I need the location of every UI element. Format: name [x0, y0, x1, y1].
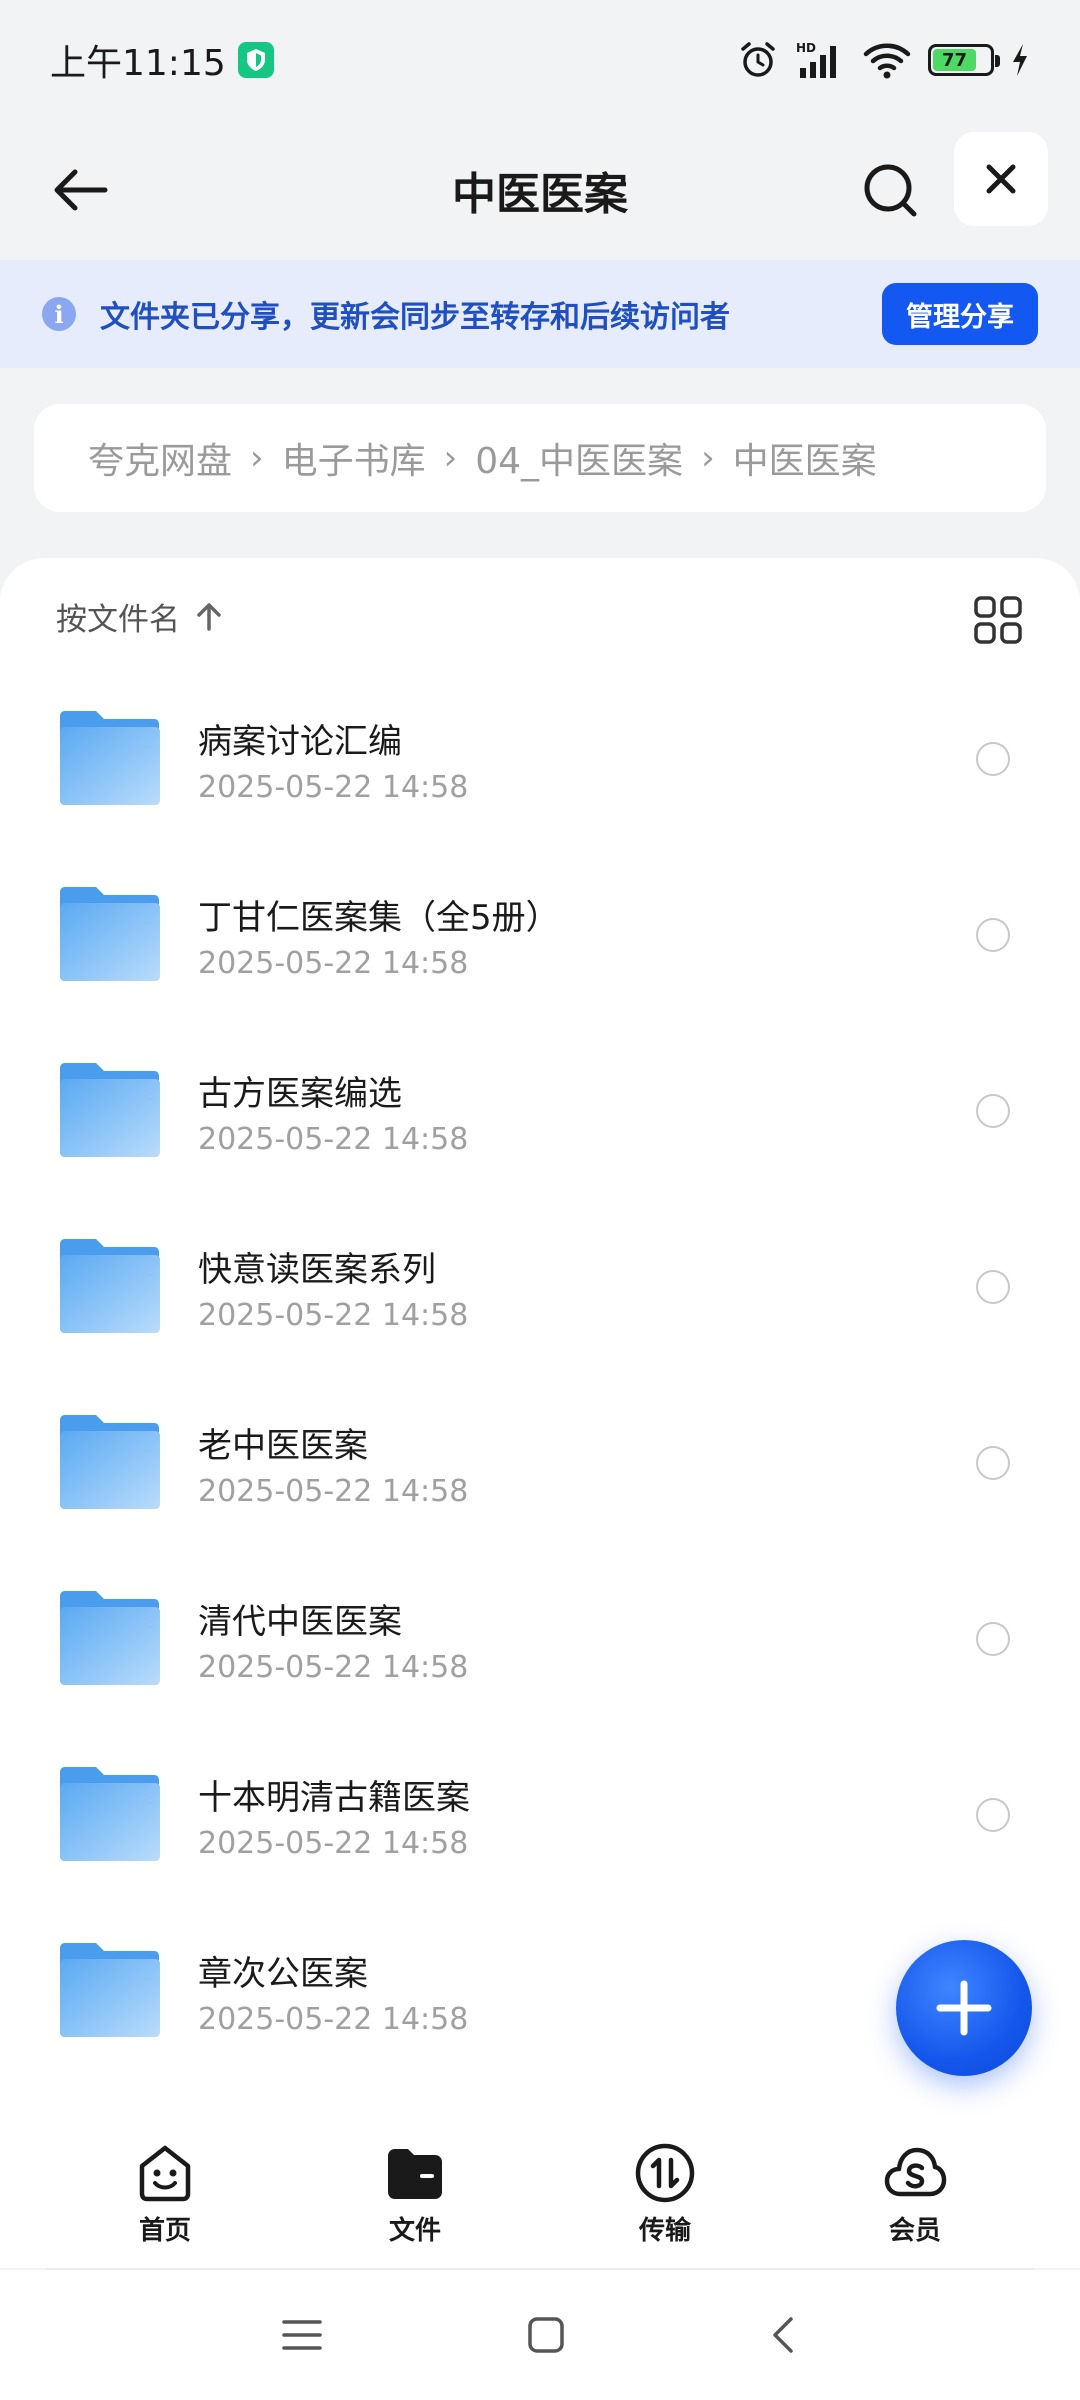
sort-label: 按文件名 — [56, 602, 180, 638]
breadcrumb-item-ebooks[interactable]: 电子书库 — [282, 432, 426, 484]
breadcrumb: 夸克网盘 › 电子书库 › 04_中医医案 › 中医医案 — [34, 404, 1046, 512]
system-nav-bar — [0, 2270, 1080, 2400]
file-row[interactable]: 快意读医案系列 2025-05-22 14:58 — [0, 1198, 1080, 1374]
battery-icon: 77 — [928, 44, 1000, 76]
grid-view-icon — [974, 596, 1022, 644]
select-checkbox[interactable] — [976, 742, 1010, 776]
sort-control[interactable]: 按文件名 — [56, 594, 224, 639]
alarm-icon — [741, 42, 775, 77]
tab-label: 会员 — [888, 2216, 941, 2246]
select-checkbox[interactable] — [976, 1270, 1010, 1304]
status-time: 上午11:15 — [50, 43, 226, 84]
file-name: 老中医医案 — [198, 1426, 368, 1466]
file-modified-time: 2025-05-22 14:58 — [198, 1298, 469, 1333]
file-name: 十本明清古籍医案 — [198, 1778, 470, 1818]
tab-transfer[interactable]: 传输 — [565, 2140, 765, 2247]
home-face-icon — [139, 2145, 191, 2202]
file-list-panel: 按文件名 病案讨论汇编 2025-05-22 14:58 丁甘仁医案集（全5册） 20… — [0, 558, 1080, 2118]
file-modified-time: 2025-05-22 14:58 — [198, 1122, 469, 1157]
manage-share-button[interactable]: 管理分享 — [882, 283, 1038, 345]
select-checkbox[interactable] — [976, 1622, 1010, 1656]
share-banner: i 文件夹已分享，更新会同步至转存和后续访问者 管理分享 — [0, 260, 1080, 368]
chevron-right-icon: › — [701, 438, 715, 478]
folder-icon — [60, 711, 160, 805]
file-row[interactable]: 丁甘仁医案集（全5册） 2025-05-22 14:58 — [0, 846, 1080, 1022]
tab-label: 传输 — [638, 2216, 691, 2246]
file-name: 章次公医案 — [198, 1954, 368, 1994]
info-icon: i — [42, 297, 76, 331]
folder-icon — [60, 1943, 160, 2037]
transfer-icon — [635, 2143, 695, 2203]
breadcrumb-item-category[interactable]: 04_中医医案 — [475, 432, 683, 484]
status-bar: 上午11:15 HD 77 — [0, 0, 1080, 120]
file-row[interactable]: 十本明清古籍医案 2025-05-22 14:58 — [0, 1726, 1080, 1902]
plus-icon — [936, 1980, 992, 2036]
select-checkbox[interactable] — [976, 1446, 1010, 1480]
share-notice-text: 文件夹已分享，更新会同步至转存和后续访问者 — [100, 300, 730, 335]
search-button[interactable] — [850, 150, 930, 230]
page-title: 中医医案 — [452, 169, 628, 220]
file-row[interactable]: 清代中医医案 2025-05-22 14:58 — [0, 1550, 1080, 1726]
file-row[interactable]: 古方医案编选 2025-05-22 14:58 — [0, 1022, 1080, 1198]
breadcrumb-item-current: 中医医案 — [732, 441, 877, 482]
tab-files[interactable]: 文件 — [315, 2140, 515, 2247]
arrow-up-icon — [197, 602, 221, 631]
arrow-left-icon — [54, 169, 108, 211]
folder-tab-icon — [388, 2149, 442, 2199]
folder-icon — [60, 887, 160, 981]
search-icon — [864, 164, 917, 217]
file-name: 古方医案编选 — [198, 1074, 402, 1114]
file-modified-time: 2025-05-22 14:58 — [198, 2002, 469, 2037]
folder-icon — [60, 1767, 160, 1861]
network-label: HD — [796, 41, 816, 55]
folder-icon — [60, 1239, 160, 1333]
status-right: HD 77 — [738, 40, 1030, 80]
file-name: 病案讨论汇编 — [198, 722, 402, 762]
tab-label: 文件 — [388, 2216, 441, 2246]
tab-label: 首页 — [138, 2216, 191, 2246]
file-modified-time: 2025-05-22 14:58 — [198, 770, 469, 805]
folder-icon — [60, 1591, 160, 1685]
tab-member[interactable]: 会员 — [815, 2140, 1015, 2247]
file-modified-time: 2025-05-22 14:58 — [198, 1650, 469, 1685]
chevron-right-icon: › — [250, 438, 264, 478]
folder-icon — [60, 1415, 160, 1509]
file-modified-time: 2025-05-22 14:58 — [198, 946, 469, 981]
file-name: 丁甘仁医案集（全5册） — [198, 898, 560, 938]
breadcrumb-item-root[interactable]: 夸克网盘 — [88, 432, 232, 484]
file-row[interactable]: 病案讨论汇编 2025-05-22 14:58 — [0, 670, 1080, 846]
battery-level: 77 — [933, 49, 977, 71]
add-button[interactable] — [896, 1940, 1032, 2076]
signal-icon: HD — [796, 41, 836, 78]
select-checkbox[interactable] — [976, 1798, 1010, 1832]
file-modified-time: 2025-05-22 14:58 — [198, 1826, 469, 1861]
bottom-tab-bar: 首页 文件 传输 会员 — [0, 2118, 1080, 2268]
grid-view-button[interactable] — [972, 594, 1024, 646]
select-checkbox[interactable] — [976, 918, 1010, 952]
security-shield-icon — [237, 42, 274, 78]
status-left: 上午11:15 — [50, 34, 274, 86]
nav-bar: 中医医案 — [0, 120, 1080, 260]
folder-icon — [60, 1063, 160, 1157]
back-button[interactable] — [40, 150, 120, 230]
file-name: 清代中医医案 — [198, 1602, 402, 1642]
file-row[interactable]: 老中医医案 2025-05-22 14:58 — [0, 1374, 1080, 1550]
home-square-icon[interactable] — [526, 2315, 566, 2355]
back-chevron-icon[interactable] — [769, 2315, 799, 2355]
menu-icon[interactable] — [281, 2317, 323, 2353]
chevron-right-icon: › — [443, 438, 458, 478]
tab-home[interactable]: 首页 — [65, 2140, 265, 2247]
close-icon — [986, 164, 1016, 194]
charging-icon — [1013, 44, 1027, 76]
member-cloud-icon — [884, 2147, 947, 2197]
select-checkbox[interactable] — [976, 1094, 1010, 1128]
file-name: 快意读医案系列 — [198, 1250, 436, 1290]
file-modified-time: 2025-05-22 14:58 — [198, 1474, 469, 1509]
wifi-icon — [863, 43, 911, 79]
close-button[interactable] — [954, 132, 1048, 226]
